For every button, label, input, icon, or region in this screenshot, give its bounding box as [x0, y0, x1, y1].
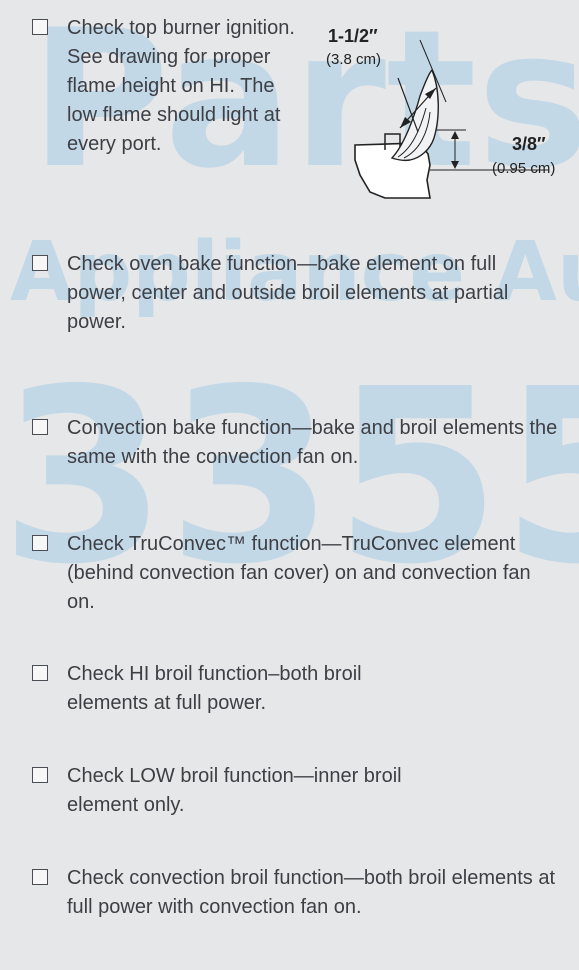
tall-flame-label: 1-1/2″ — [328, 26, 378, 46]
checklist-item-text: Convection bake function—bake and broil … — [67, 417, 558, 468]
checkbox[interactable] — [32, 767, 48, 783]
checkbox[interactable] — [32, 255, 48, 271]
checkbox[interactable] — [32, 19, 48, 35]
short-flame-arrowhead-top — [451, 131, 459, 139]
short-flame-arrowhead-bottom — [451, 161, 459, 169]
tall-flame-leader-line — [397, 77, 419, 133]
checklist-item-text: Check top burner ignition. See drawing f… — [67, 17, 295, 155]
short-flame-label: 3/8″ — [512, 134, 546, 154]
checkbox[interactable] — [32, 535, 48, 551]
checklist-item-text: Check oven bake function—bake element on… — [67, 253, 509, 333]
checkbox[interactable] — [32, 419, 48, 435]
checklist-item-text: Check TruConvec™ function—TruConvec elem… — [67, 533, 531, 613]
tall-flame-metric: (3.8 cm) — [326, 51, 381, 68]
checklist-item-text: Check LOW broil function—inner broil ele… — [67, 765, 402, 816]
short-flame-metric: (0.95 cm) — [492, 160, 555, 177]
checklist-item-text: Check convection broil function—both bro… — [67, 867, 556, 918]
checkbox[interactable] — [32, 869, 48, 885]
checkbox[interactable] — [32, 665, 48, 681]
checklist-item-text: Check HI broil function–both broil eleme… — [67, 663, 362, 714]
